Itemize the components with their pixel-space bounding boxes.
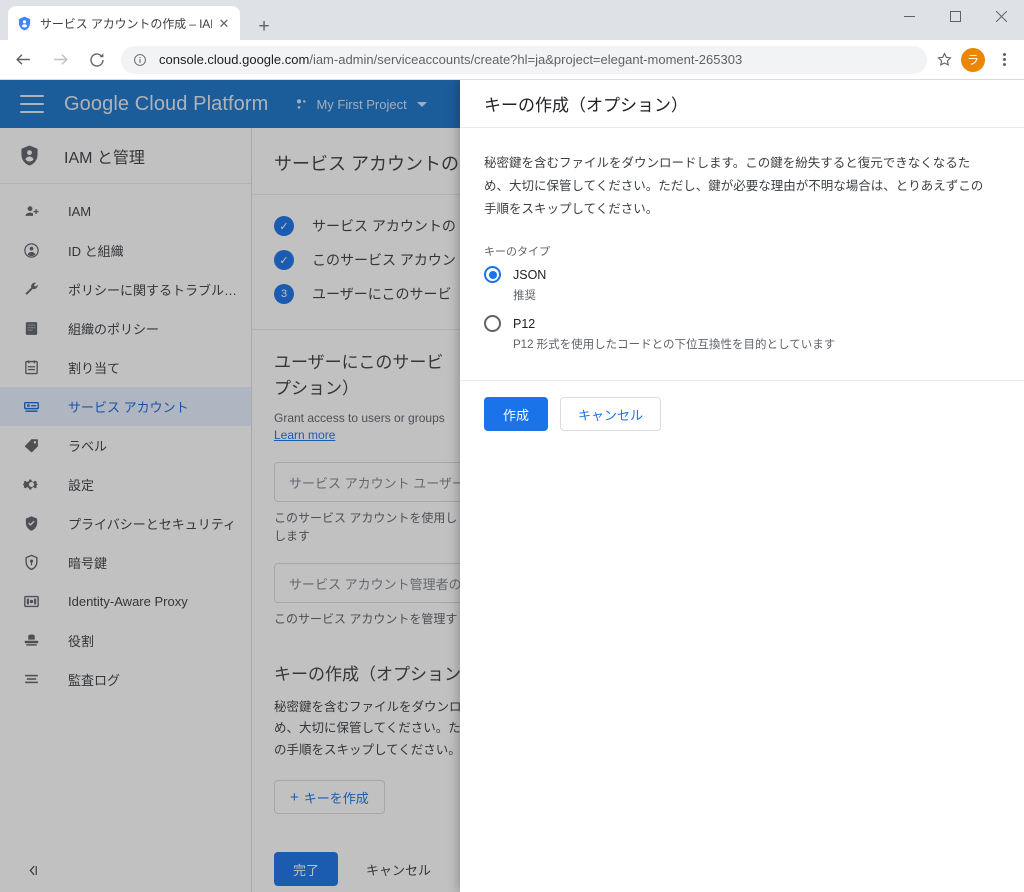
gcp-console-page: Google Cloud Platform My First Project I… bbox=[0, 80, 1024, 892]
minimize-icon[interactable] bbox=[886, 0, 932, 32]
address-bar-url: console.cloud.google.com/iam-admin/servi… bbox=[159, 52, 742, 67]
avatar[interactable]: ラ bbox=[961, 47, 985, 72]
dialog-spacer bbox=[460, 352, 1024, 380]
reload-icon[interactable] bbox=[83, 46, 111, 74]
address-bar[interactable]: console.cloud.google.com/iam-admin/servi… bbox=[121, 45, 927, 74]
key-type-group-label: キーのタイプ bbox=[484, 246, 550, 259]
close-icon[interactable] bbox=[978, 0, 1024, 32]
dialog-body: 秘密鍵を含むファイルをダウンロードします。この鍵を紛失すると復元できなくなるため… bbox=[460, 128, 1024, 352]
radio-selected-icon[interactable] bbox=[484, 266, 501, 284]
browser-toolbar: console.cloud.google.com/iam-admin/servi… bbox=[0, 40, 1024, 80]
tab-close-icon[interactable]: ✕ bbox=[216, 15, 232, 31]
dialog-title: キーの作成（オプション） bbox=[460, 80, 1024, 128]
create-key-dialog: キーの作成（オプション） 秘密鍵を含むファイルをダウンロードします。この鍵を紛失… bbox=[460, 80, 1024, 892]
dialog-description: 秘密鍵を含むファイルをダウンロードします。この鍵を紛失すると復元できなくなるため… bbox=[484, 156, 984, 217]
dialog-cancel-button[interactable]: キャンセル bbox=[560, 397, 662, 432]
radio-unselected-icon[interactable] bbox=[484, 315, 501, 333]
service-account-shield-icon bbox=[16, 15, 32, 31]
forward-arrow-icon[interactable] bbox=[46, 46, 74, 74]
browser-tab-strip: サービス アカウントの作成 – IAM と管 ✕ + bbox=[0, 0, 1024, 40]
maximize-icon[interactable] bbox=[932, 0, 978, 32]
three-dot-menu-icon[interactable] bbox=[991, 47, 1017, 73]
browser-window: サービス アカウントの作成 – IAM と管 ✕ + bbox=[0, 0, 1024, 892]
key-type-p12-label: P12 bbox=[513, 316, 536, 331]
url-path: /iam-admin/serviceaccounts/create?hl=ja&… bbox=[309, 52, 743, 67]
key-type-option-json[interactable]: JSON bbox=[484, 266, 1000, 284]
star-outline-icon[interactable] bbox=[931, 47, 957, 73]
new-tab-button[interactable]: + bbox=[250, 12, 278, 40]
browser-tab-title: サービス アカウントの作成 – IAM と管 bbox=[40, 16, 212, 31]
key-type-p12-help: P12 形式を使用したコードとの下位互換性を目的としています bbox=[513, 339, 836, 352]
key-type-option-p12[interactable]: P12 bbox=[484, 315, 1000, 333]
window-controls bbox=[886, 0, 1024, 32]
url-host: console.cloud.google.com bbox=[159, 52, 310, 67]
key-type-json-help: 推奨 bbox=[513, 290, 536, 303]
key-type-json-label: JSON bbox=[513, 267, 547, 282]
back-arrow-icon[interactable] bbox=[9, 46, 37, 74]
dialog-create-button[interactable]: 作成 bbox=[484, 397, 549, 432]
dialog-actions: 作成 キャンセル bbox=[460, 380, 1024, 432]
browser-tab[interactable]: サービス アカウントの作成 – IAM と管 ✕ bbox=[8, 6, 240, 40]
info-circle-icon[interactable] bbox=[133, 53, 149, 67]
